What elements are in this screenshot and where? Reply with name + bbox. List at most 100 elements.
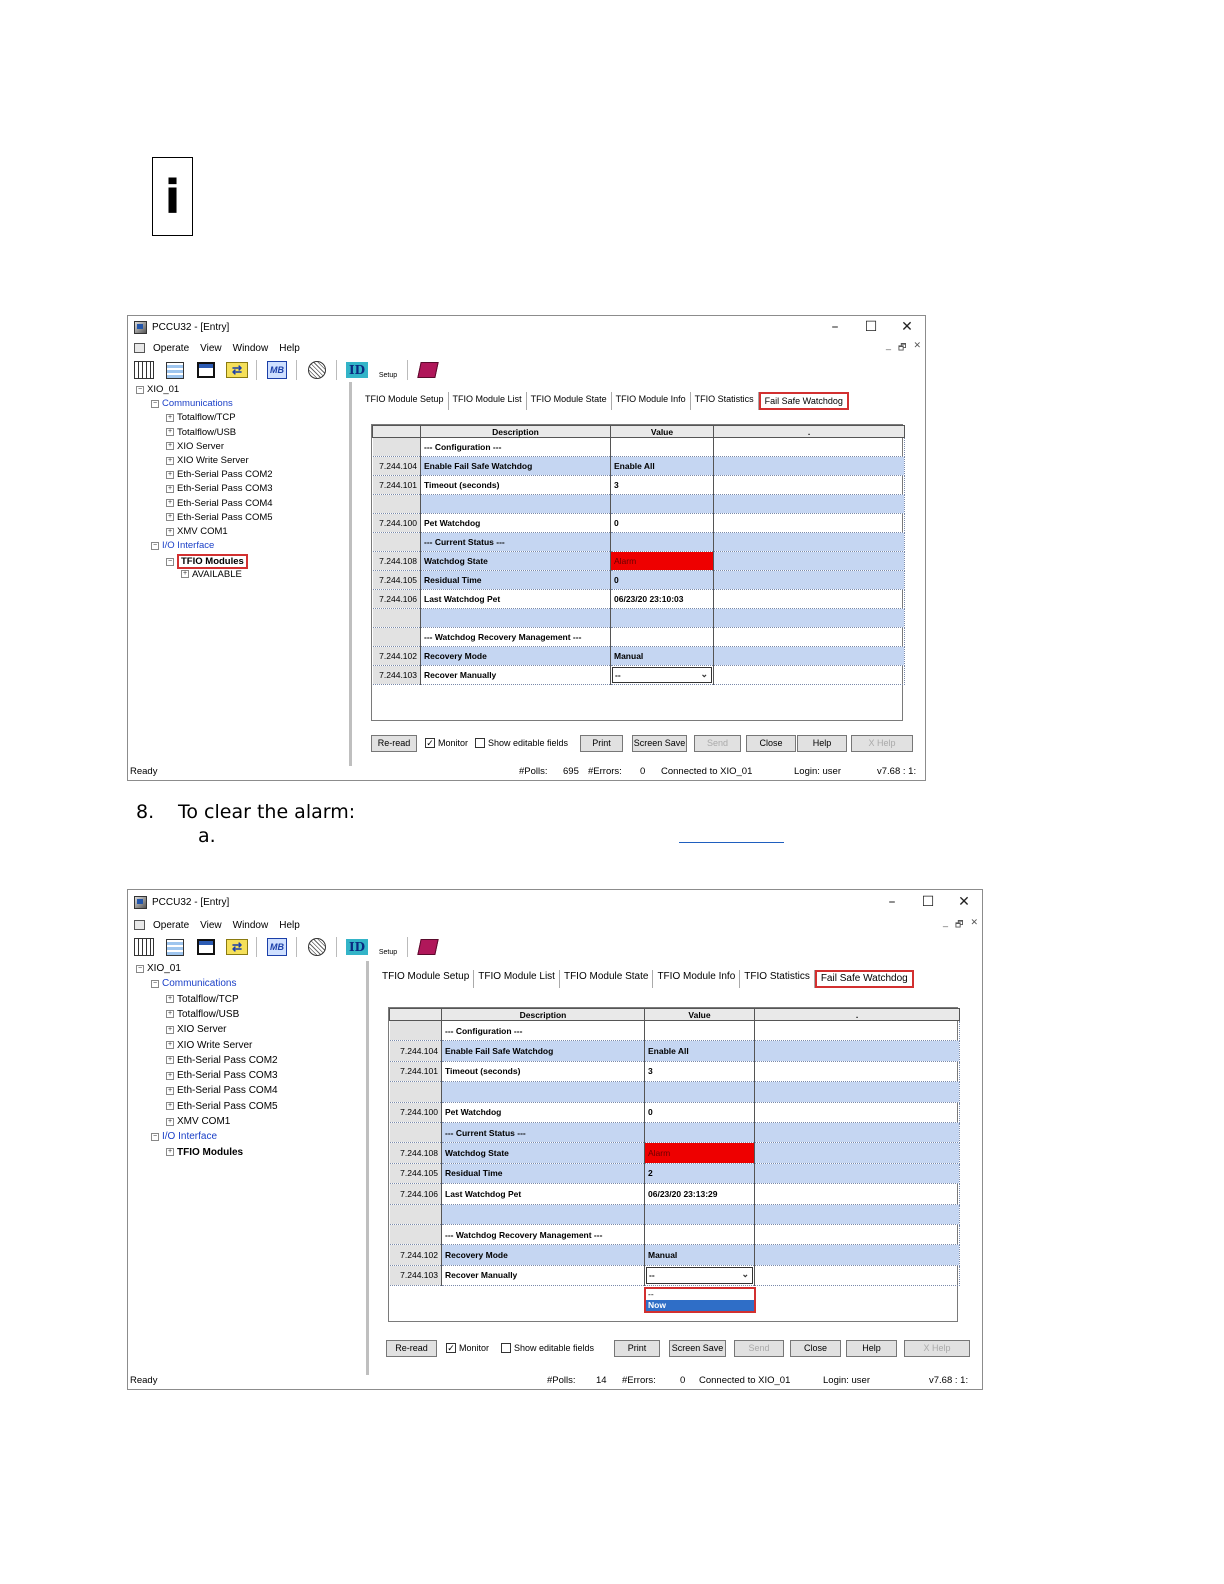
screen-save-button[interactable]: Screen Save xyxy=(632,735,687,752)
close-icon[interactable]: ✕ xyxy=(946,890,982,915)
chevron-down-icon[interactable]: ⌄ xyxy=(741,1267,749,1282)
tab-tfio-module-state[interactable]: TFIO Module State xyxy=(527,392,612,410)
tree-item-tfio-modules[interactable]: TFIO Modules xyxy=(177,1147,243,1158)
value-cell[interactable] xyxy=(644,1020,755,1042)
tree-item-comm[interactable]: XIO Write Server xyxy=(177,1040,252,1051)
transfer-icon[interactable]: ⇄ xyxy=(225,936,249,958)
document-icon[interactable] xyxy=(134,920,145,930)
value-cell[interactable] xyxy=(610,627,714,647)
menu-window[interactable]: Window xyxy=(233,343,269,354)
close-button[interactable]: Close xyxy=(746,735,796,752)
window-icon[interactable] xyxy=(194,936,218,958)
expander-icon[interactable]: + xyxy=(181,570,189,579)
expander-icon[interactable]: + xyxy=(166,428,174,437)
print-button[interactable]: Print xyxy=(580,735,623,752)
tab-tfio-statistics[interactable]: TFIO Statistics xyxy=(740,970,815,988)
menu-help[interactable]: Help xyxy=(279,920,300,931)
show-editable-checkbox[interactable]: Show editable fields xyxy=(501,1343,594,1353)
collect-grid-icon[interactable] xyxy=(132,359,156,381)
expander-icon[interactable]: + xyxy=(166,442,174,451)
send-button[interactable]: Send xyxy=(694,735,741,752)
menu-operate[interactable]: Operate xyxy=(153,343,189,354)
entry-calc-icon[interactable] xyxy=(163,936,187,958)
value-cell[interactable] xyxy=(610,437,714,457)
expander-icon[interactable]: + xyxy=(166,1148,174,1157)
entry-calc-icon[interactable] xyxy=(163,359,187,381)
value-cell[interactable]: 0 xyxy=(644,1102,755,1123)
setup-icon[interactable]: Setup xyxy=(376,936,400,958)
dropdown-option[interactable]: Now xyxy=(646,1300,754,1312)
expander-icon[interactable]: − xyxy=(151,541,159,550)
network-icon[interactable] xyxy=(305,359,329,381)
help-book-icon[interactable] xyxy=(416,936,440,958)
tab-tfio-module-state[interactable]: TFIO Module State xyxy=(560,970,654,988)
expander-icon[interactable]: + xyxy=(166,1086,174,1095)
tree-item-io-interface[interactable]: I/O Interface xyxy=(162,1131,217,1142)
mdi-close-icon[interactable]: ✕ xyxy=(913,340,921,356)
tab-tfio-module-list[interactable]: TFIO Module List xyxy=(449,392,527,410)
tab-tfio-module-setup[interactable]: TFIO Module Setup xyxy=(361,392,449,410)
expander-icon[interactable]: + xyxy=(166,527,174,536)
tab-fail-safe-watchdog[interactable]: Fail Safe Watchdog xyxy=(758,392,849,410)
value-cell[interactable] xyxy=(644,1122,755,1144)
mdi-restore-icon[interactable]: 🗗 xyxy=(955,917,963,933)
panel-splitter[interactable] xyxy=(366,961,369,1375)
tab-tfio-module-setup[interactable]: TFIO Module Setup xyxy=(378,970,475,988)
tree-item-comm[interactable]: Eth-Serial Pass COM2 xyxy=(177,469,273,480)
tree-item-comm[interactable]: Totalflow/TCP xyxy=(177,994,239,1005)
tab-tfio-module-info[interactable]: TFIO Module Info xyxy=(653,970,741,988)
alarm-value-cell[interactable]: Alarm xyxy=(610,551,714,571)
value-cell[interactable] xyxy=(610,608,714,628)
tree-item-comm[interactable]: Totalflow/USB xyxy=(177,427,236,438)
value-cell[interactable] xyxy=(644,1204,755,1225)
id-icon[interactable]: ID xyxy=(345,359,369,381)
close-button[interactable]: Close xyxy=(790,1340,841,1357)
mdi-minimize-icon[interactable]: _ xyxy=(943,917,948,933)
tree-item-tfio-modules[interactable]: TFIO Modules xyxy=(177,554,248,570)
expander-icon[interactable]: + xyxy=(166,1056,174,1065)
menu-help[interactable]: Help xyxy=(279,343,300,354)
tree-item-comm[interactable]: Eth-Serial Pass COM2 xyxy=(177,1055,278,1066)
value-cell[interactable] xyxy=(610,532,714,552)
expander-icon[interactable]: + xyxy=(166,470,174,479)
document-icon[interactable] xyxy=(134,343,145,353)
expander-icon[interactable]: − xyxy=(136,964,144,973)
expander-icon[interactable]: + xyxy=(166,499,174,508)
hyperlink-underline[interactable] xyxy=(679,842,784,843)
recover-manually-select[interactable]: -- ⌄ xyxy=(646,1266,753,1285)
value-cell[interactable]: 0 xyxy=(610,513,714,533)
maximize-icon[interactable]: ☐ xyxy=(910,890,946,915)
value-cell[interactable]: Manual xyxy=(644,1244,755,1266)
alarm-value-cell[interactable]: Alarm xyxy=(644,1142,755,1164)
window-icon[interactable] xyxy=(194,359,218,381)
maximize-icon[interactable]: ☐ xyxy=(853,316,889,338)
tree-item-comm[interactable]: Eth-Serial Pass COM3 xyxy=(177,1070,278,1081)
tree-item-comm[interactable]: Eth-Serial Pass COM4 xyxy=(177,498,273,509)
tree-item-root[interactable]: XIO_01 xyxy=(147,963,181,974)
minimize-icon[interactable]: – xyxy=(874,890,910,915)
expander-icon[interactable]: + xyxy=(166,513,174,522)
menu-window[interactable]: Window xyxy=(233,920,269,931)
recover-manually-select[interactable]: -- ⌄ xyxy=(612,667,712,683)
dropdown-option[interactable]: -- xyxy=(646,1289,754,1300)
tree-item-root[interactable]: XIO_01 xyxy=(147,384,179,395)
monitor-checkbox[interactable]: ✓ Monitor xyxy=(446,1343,489,1353)
value-cell[interactable] xyxy=(644,1081,755,1103)
value-cell[interactable]: Enable All xyxy=(644,1040,755,1062)
expander-icon[interactable]: + xyxy=(166,995,174,1004)
monitor-checkbox[interactable]: ✓ Monitor xyxy=(425,738,468,748)
help-button[interactable]: Help xyxy=(797,735,847,752)
reread-button[interactable]: Re-read xyxy=(371,735,417,752)
tree-item-comm[interactable]: Eth-Serial Pass COM4 xyxy=(177,1085,278,1096)
value-cell[interactable]: Manual xyxy=(610,646,714,666)
value-cell[interactable]: 0 xyxy=(610,570,714,590)
checkbox-box[interactable]: ✓ xyxy=(446,1343,456,1353)
value-cell[interactable]: 06/23/20 23:13:29 xyxy=(644,1183,755,1205)
panel-splitter[interactable] xyxy=(349,382,352,766)
mb-icon[interactable]: MB xyxy=(265,359,289,381)
tree-item-comm[interactable]: XMV COM1 xyxy=(177,526,228,537)
expander-icon[interactable]: + xyxy=(166,456,174,465)
show-editable-checkbox[interactable]: Show editable fields xyxy=(475,738,568,748)
expander-icon[interactable]: + xyxy=(166,1025,174,1034)
close-icon[interactable]: ✕ xyxy=(889,316,925,338)
